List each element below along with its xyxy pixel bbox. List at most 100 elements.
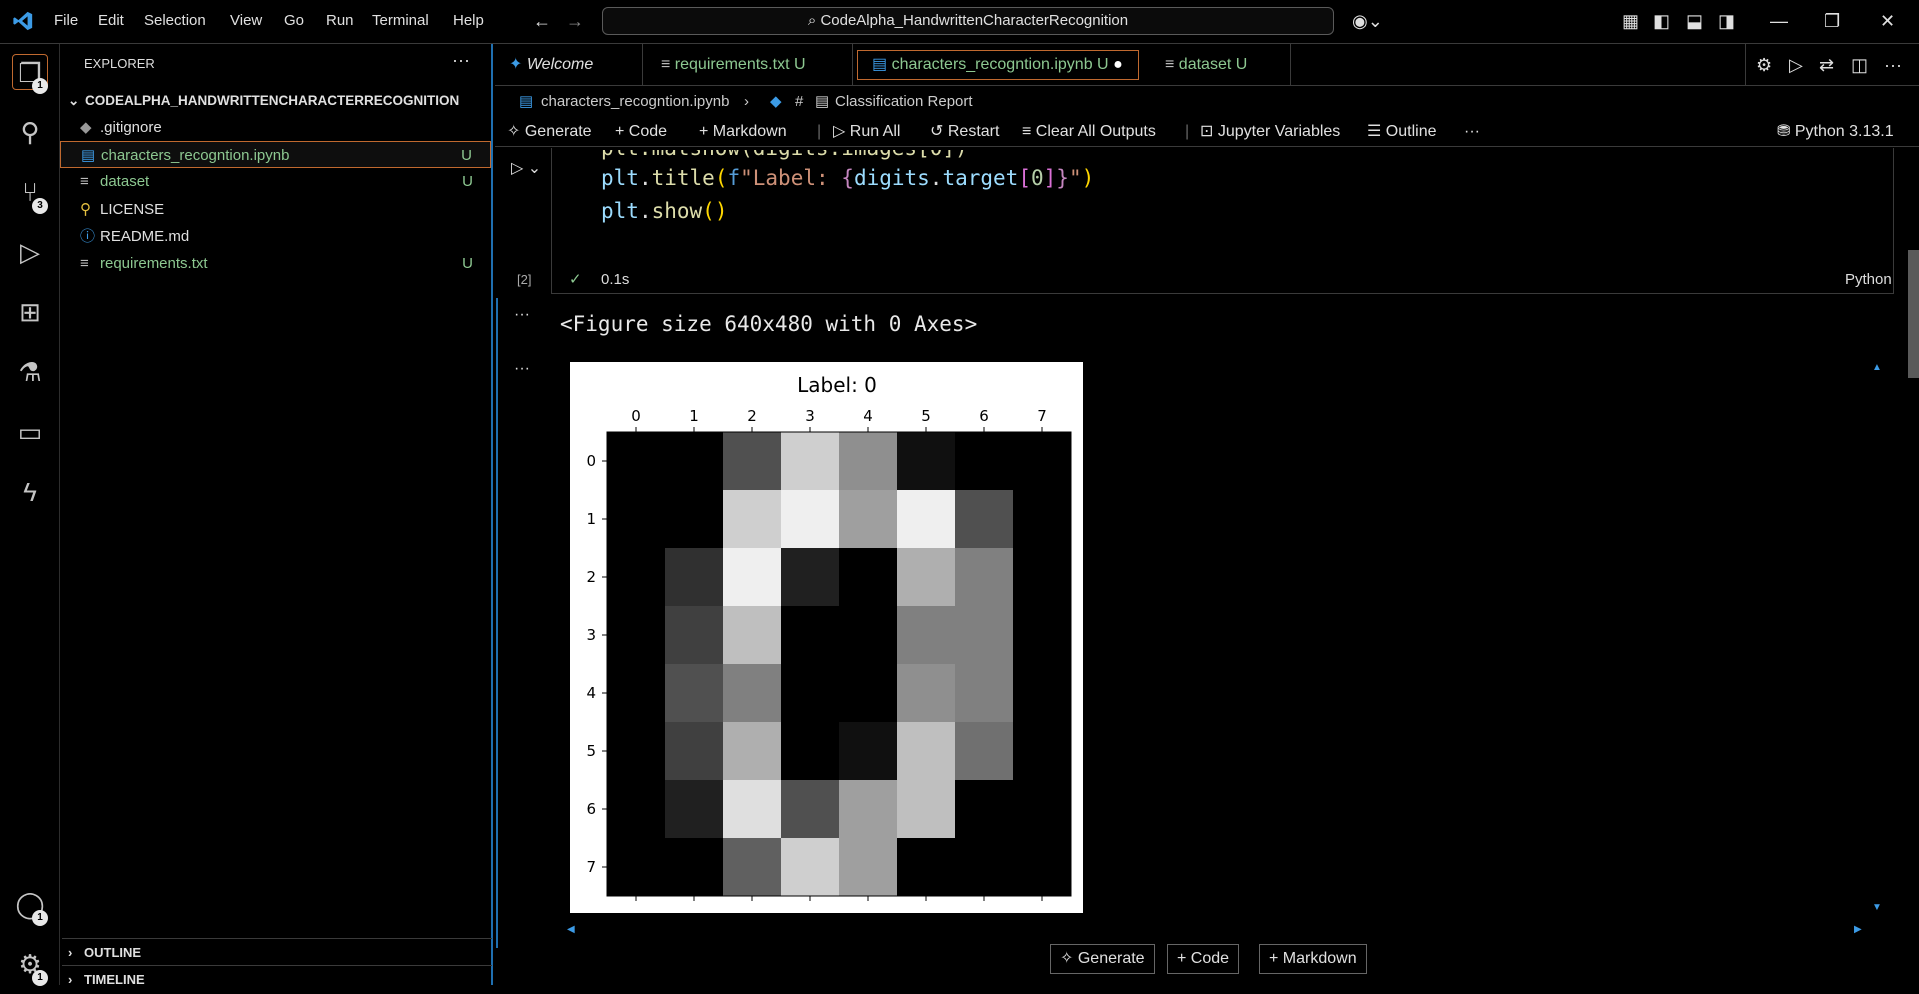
heatmap-cell [723,722,782,781]
tab-status: U [1097,56,1109,73]
breadcrumb-section[interactable]: Classification Report [835,88,973,116]
more-toolbar-icon[interactable]: ··· [1464,117,1480,147]
tab-notebook-active[interactable]: ▤ characters_recogntion.ipynb U ● [857,50,1139,80]
add-markdown-button[interactable]: + Markdown [699,117,787,147]
output-more-icon[interactable]: ··· [514,306,530,324]
info-icon: ⓘ [80,228,96,245]
heatmap-cell [897,432,956,491]
jupyter-variables-button[interactable]: ⊡ Jupyter Variables [1200,117,1340,147]
timeline-panel-header[interactable]: › TIMELINE [62,965,492,993]
file-dataset[interactable]: ≡ dataset U [60,168,491,195]
gear-icon[interactable]: ⚙ [1756,44,1772,86]
menu-help[interactable]: Help [453,12,484,29]
cell-language[interactable]: Python [1845,271,1892,288]
kernel-picker[interactable]: ⛃ Python 3.13.1 [1777,117,1894,147]
testing-icon[interactable]: ⚗ [12,354,48,390]
file-license[interactable]: ⚲ LICENSE [60,196,491,223]
x-tick-label: 1 [689,407,699,425]
tab-welcome[interactable]: ✦ Welcome [495,44,643,86]
bottom-code-button[interactable]: + Code [1167,944,1240,974]
menu-run[interactable]: Run [326,12,354,29]
code-cell[interactable]: ▷ ⌄ plt.matshow(digits.images[0]) plt.ti… [495,148,1919,298]
tab-requirements[interactable]: ≡ requirements.txt U [643,44,853,86]
heatmap-cell [781,838,840,897]
run-all-button[interactable]: ▷ Run All [833,117,900,147]
file-gitignore[interactable]: ◆ .gitignore [60,114,491,141]
bottom-generate-button[interactable]: ✧ Generate [1050,944,1155,974]
output-more-icon[interactable]: ··· [514,360,530,378]
file-label: dataset [100,173,150,190]
file-requirements[interactable]: ≡ requirements.txt U [60,250,491,277]
more-actions-icon[interactable]: ··· [452,50,470,71]
tab-dataset[interactable]: ≡ dataset U [1143,44,1291,86]
menu-edit[interactable]: Edit [98,12,124,29]
back-arrow-icon[interactable]: ← [533,10,551,32]
restore-icon[interactable]: ❐ [1824,10,1840,32]
compare-icon[interactable]: ⇄ [1819,44,1834,86]
file-readme[interactable]: ⓘ README.md [60,223,491,250]
restart-button[interactable]: ↺ Restart [930,117,999,147]
copilot-icon[interactable]: ◉⌄ [1352,10,1383,32]
extensions-icon[interactable]: ⊞ [12,294,48,330]
x-tick-label: 7 [1037,407,1047,425]
file-notebook[interactable]: ▤ characters_recogntion.ipynb U [60,141,491,168]
menu-terminal[interactable]: Terminal [372,12,429,29]
toggle-secondary-sidebar-icon[interactable]: ◨ [1718,10,1735,32]
command-center-search[interactable]: ⌕ CodeAlpha_HandwrittenCharacterRecognit… [602,7,1334,35]
y-tick-label: 1 [586,510,596,528]
workspace-root[interactable]: ⌄ CODEALPHA_HANDWRITTENCHARACTERRECOGNIT… [60,87,491,114]
run-debug-icon[interactable]: ▷ [12,234,48,270]
heatmap-cell [955,664,1014,723]
scroll-up-icon[interactable]: ▲ [1872,362,1882,373]
bottom-code-label: Code [1190,950,1230,967]
heatmap-cell [781,548,840,607]
toggle-panel-icon[interactable]: ⬓ [1686,10,1703,32]
scroll-right-icon[interactable]: ▶ [1854,924,1862,935]
lightning-icon[interactable]: ϟ [12,474,48,510]
remote-explorer-icon[interactable]: ▭ [12,414,48,450]
minimize-icon[interactable]: — [1770,10,1788,32]
generate-button[interactable]: ✧ Generate [507,117,592,147]
breadcrumb-file[interactable]: characters_recogntion.ipynb [541,88,729,116]
plus-icon: + [1177,950,1187,967]
menu-selection[interactable]: Selection [144,12,206,29]
menu-view[interactable]: View [230,12,262,29]
scroll-left-icon[interactable]: ◀ [567,924,575,935]
file-label: LICENSE [100,201,165,218]
outline-button[interactable]: ☰ Outline [1367,117,1437,147]
clear-outputs-button[interactable]: ≡ Clear All Outputs [1022,117,1156,147]
heatmap-cell [839,664,898,723]
heatmap-cell [897,548,956,607]
heatmap-cell [607,490,666,549]
editor-tabs: ✦ Welcome ≡ requirements.txt U ▤ charact… [495,44,1919,86]
y-tick-label: 6 [586,800,596,818]
vscode-logo-icon [12,10,36,34]
customize-layout-icon[interactable]: ▦ [1622,10,1639,32]
scroll-down-icon[interactable]: ▼ [1872,902,1882,913]
vertical-scrollbar-thumb[interactable] [1908,250,1919,378]
close-icon[interactable]: ✕ [1880,10,1895,32]
outline-panel-header[interactable]: › OUTLINE [62,938,492,966]
separator: | [1185,123,1190,140]
sparkle-icon: ✧ [507,123,521,140]
tab-label: requirements.txt [674,56,790,73]
heatmap-cell [897,606,956,665]
forward-arrow-icon[interactable]: → [566,10,584,32]
add-code-button[interactable]: + Code [615,117,667,147]
check-icon: ✓ [569,271,582,288]
file-lines-icon: ≡ [80,173,89,190]
search-activity-icon[interactable]: ⚲ [12,114,48,150]
menu-go[interactable]: Go [284,12,304,29]
toggle-primary-sidebar-icon[interactable]: ◧ [1653,10,1670,32]
run-icon[interactable]: ▷ [1789,44,1803,86]
code-label: Code [628,123,668,140]
execute-cell-icon[interactable]: ▷ ⌄ [511,158,541,178]
bottom-markdown-button[interactable]: + Markdown [1259,944,1367,974]
menu-file[interactable]: File [54,12,78,29]
split-editor-icon[interactable]: ◫ [1851,44,1868,86]
heatmap-cell [665,606,724,665]
unsaved-dot-icon[interactable]: ● [1113,56,1123,73]
generate-label: Generate [524,123,592,140]
heatmap-cell [1013,548,1072,607]
more-actions-icon[interactable]: ··· [1884,44,1902,86]
